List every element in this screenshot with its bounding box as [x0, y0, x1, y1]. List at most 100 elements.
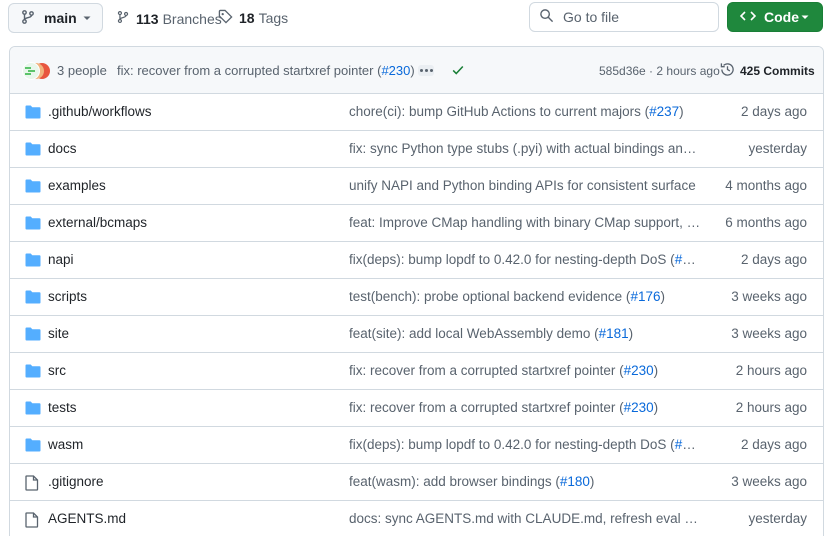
file-commit-pr-link[interactable]: #198 [675, 252, 701, 267]
file-commit-message[interactable]: fix: recover from a corrupted startxref … [349, 400, 701, 415]
file-commit-text: fix: recover from a corrupted startxref … [349, 363, 624, 378]
commit-pr-link[interactable]: #230 [381, 63, 410, 78]
file-browser: 3 people fix: recover from a corrupted s… [9, 46, 824, 536]
file-commit-message[interactable]: docs: sync AGENTS.md with CLAUDE.md, ref… [349, 511, 701, 526]
file-commit-text: fix(deps): bump lopdf to 0.42.0 for nest… [349, 437, 675, 452]
file-commit-text: feat(wasm): add browser bindings ( [349, 474, 560, 489]
file-commit-end: ) [679, 104, 684, 119]
folder-icon [25, 179, 41, 193]
file-row[interactable]: tests fix: recover from a corrupted start… [10, 390, 823, 427]
tags-link[interactable]: 18 Tags [218, 9, 288, 27]
file-name-link[interactable]: tests [48, 400, 77, 415]
file-commit-text: fix(deps): bump lopdf to 0.42.0 for nest… [349, 252, 675, 267]
file-name-link[interactable]: docs [48, 141, 77, 156]
file-commit-text: feat: Improve CMap handling with binary … [349, 215, 701, 230]
file-row[interactable]: AGENTS.md docs: sync AGENTS.md with CLAUD… [10, 501, 823, 536]
expand-commit-button[interactable] [418, 65, 434, 76]
file-commit-pr-link[interactable]: #180 [560, 474, 590, 489]
file-row[interactable]: napi fix(deps): bump lopdf to 0.42.0 for … [10, 242, 823, 279]
contributors-avatar[interactable] [22, 61, 50, 81]
file-name-link[interactable]: external/bcmaps [48, 215, 147, 230]
file-row[interactable]: docs fix: sync Python type stubs (.pyi) w… [10, 131, 823, 168]
file-commit-message[interactable]: test(bench): probe optional backend evid… [349, 289, 701, 304]
file-commit-age: 3 weeks ago [731, 326, 807, 341]
file-name-link[interactable]: .gitignore [48, 474, 104, 489]
file-commit-text: chore(ci): bump GitHub Actions to curren… [349, 104, 650, 119]
file-row[interactable]: wasm fix(deps): bump lopdf to 0.42.0 for … [10, 427, 823, 464]
folder-icon [25, 401, 41, 415]
file-row[interactable]: examples unify NAPI and Python binding AP… [10, 168, 823, 205]
file-commit-pr-link[interactable]: #230 [624, 363, 654, 378]
folder-icon [25, 290, 41, 304]
folder-icon [25, 438, 41, 452]
file-row[interactable]: external/bcmaps feat: Improve CMap handli… [10, 205, 823, 242]
commits-link[interactable]: 425 Commits [720, 62, 815, 80]
file-commit-message[interactable]: feat(wasm): add browser bindings (#180) [349, 474, 701, 489]
file-commit-message[interactable]: fix(deps): bump lopdf to 0.42.0 for nest… [349, 252, 701, 267]
branches-label: Branches [162, 10, 222, 27]
file-name-link[interactable]: wasm [48, 437, 83, 452]
file-commit-message[interactable]: unify NAPI and Python binding APIs for c… [349, 178, 701, 193]
commit-message[interactable]: fix: recover from a corrupted startxref … [117, 63, 415, 78]
file-row[interactable]: site feat(site): add local WebAssembly de… [10, 316, 823, 353]
search-icon [539, 8, 554, 26]
file-commit-age: 2 days ago [740, 252, 807, 267]
file-commit-age: 4 months ago [725, 178, 807, 193]
file-commit-age: 3 weeks ago [731, 474, 807, 489]
file-commit-end: ) [660, 289, 665, 304]
folder-icon [25, 327, 41, 341]
chevron-down-icon [82, 10, 92, 26]
folder-icon [25, 216, 41, 230]
file-row[interactable]: .github/workflows chore(ci): bump GitHub … [10, 94, 823, 131]
file-commit-end: ) [653, 363, 659, 378]
file-commit-age: yesterday [748, 141, 807, 156]
code-button[interactable]: Code [727, 2, 823, 32]
branches-count: 113 [136, 10, 159, 27]
file-row[interactable]: scripts test(bench): probe optional backe… [10, 279, 823, 316]
file-commit-end: ) [653, 400, 659, 415]
file-icon [25, 475, 41, 491]
file-commit-text: docs: sync AGENTS.md with CLAUDE.md, ref… [349, 511, 701, 526]
tags-count: 18 [239, 10, 255, 26]
file-commit-age: 3 weeks ago [731, 289, 807, 304]
file-commit-pr-link[interactable]: #176 [630, 289, 660, 304]
repo-toolbar: main 113 Branches 18 Tags Go to file Cod… [0, 0, 835, 36]
file-name-link[interactable]: site [48, 326, 69, 341]
file-name-link[interactable]: src [48, 363, 66, 378]
file-commit-pr-link[interactable]: #230 [624, 400, 654, 415]
search-placeholder: Go to file [563, 9, 620, 25]
tag-icon [218, 9, 233, 27]
file-name-link[interactable]: AGENTS.md [48, 511, 126, 526]
file-name-link[interactable]: napi [48, 252, 74, 267]
check-icon[interactable] [451, 63, 465, 80]
file-commit-age: 2 hours ago [735, 363, 807, 378]
file-name-link[interactable]: scripts [48, 289, 87, 304]
file-commit-age: yesterday [748, 511, 807, 526]
file-commit-age: 6 months ago [725, 215, 807, 230]
branches-link[interactable]: 113 Branches [116, 9, 222, 28]
file-row[interactable]: src fix: recover from a corrupted startxr… [10, 353, 823, 390]
file-name-link[interactable]: .github/workflows [48, 104, 152, 119]
file-commit-pr-link[interactable]: #181 [599, 326, 629, 341]
file-commit-text: unify NAPI and Python binding APIs for c… [349, 178, 696, 193]
file-commit-text: fix: recover from a corrupted startxref … [349, 400, 624, 415]
file-commit-text: test(bench): probe optional backend evid… [349, 289, 631, 304]
file-row[interactable]: .gitignore feat(wasm): add browser bindin… [10, 464, 823, 501]
file-commit-message[interactable]: fix: sync Python type stubs (.pyi) with … [349, 141, 701, 156]
latest-commit-bar: 3 people fix: recover from a corrupted s… [10, 47, 823, 94]
commits-count: 425 Commits [740, 64, 815, 78]
file-commit-pr-link[interactable]: #237 [649, 104, 679, 119]
file-commit-text: feat(site): add local WebAssembly demo ( [349, 326, 599, 341]
file-commit-pr-link[interactable]: #198 [675, 437, 701, 452]
file-commit-message[interactable]: fix: recover from a corrupted startxref … [349, 363, 701, 378]
branch-selector-button[interactable]: main [8, 3, 103, 33]
commit-sha-time[interactable]: 585d36e · 2 hours ago [599, 64, 720, 78]
go-to-file-input[interactable]: Go to file [529, 2, 719, 32]
file-commit-message[interactable]: feat(site): add local WebAssembly demo (… [349, 326, 701, 341]
file-name-link[interactable]: examples [48, 178, 106, 193]
file-commit-message[interactable]: chore(ci): bump GitHub Actions to curren… [349, 104, 701, 119]
contributors-count[interactable]: 3 people [57, 63, 107, 78]
branch-name: main [44, 10, 77, 26]
file-commit-message[interactable]: fix(deps): bump lopdf to 0.42.0 for nest… [349, 437, 701, 452]
file-commit-message[interactable]: feat: Improve CMap handling with binary … [349, 215, 701, 230]
